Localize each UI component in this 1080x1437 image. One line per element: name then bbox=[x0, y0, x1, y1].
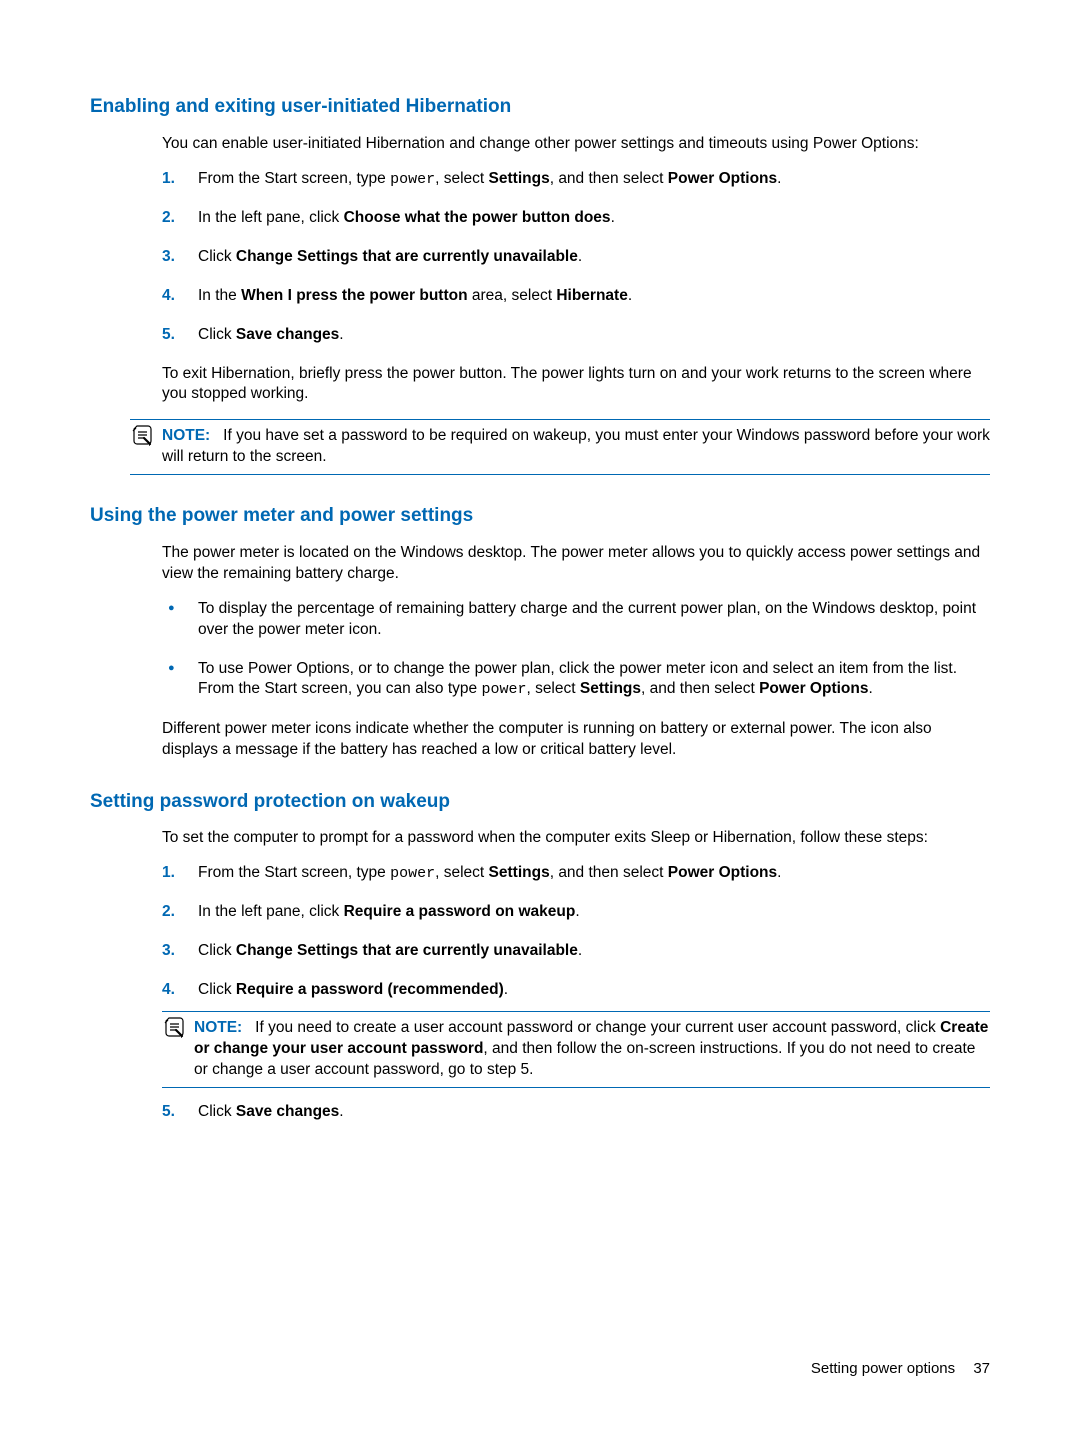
list-item: To display the percentage of remaining b… bbox=[162, 599, 990, 641]
text: Click bbox=[198, 326, 236, 343]
bold: Require a password on wakeup bbox=[344, 903, 576, 920]
code: power bbox=[481, 681, 526, 698]
list-item: 5. Click Save changes. bbox=[162, 1102, 990, 1123]
bold: When I press the power button bbox=[241, 287, 467, 304]
note-icon bbox=[162, 1016, 186, 1038]
list-item: 5. Click Save changes. bbox=[162, 325, 990, 346]
text: Click bbox=[198, 942, 236, 959]
text: . bbox=[578, 248, 582, 265]
bold: Hibernate bbox=[556, 287, 628, 304]
text: , and then select bbox=[550, 864, 668, 881]
text: . bbox=[575, 903, 579, 920]
note-text: If you need to create a user account pas… bbox=[255, 1019, 940, 1036]
section3-intro: To set the computer to prompt for a pass… bbox=[162, 828, 990, 849]
section2-intro: The power meter is located on the Window… bbox=[162, 543, 990, 585]
text: Click bbox=[198, 248, 236, 265]
list-item: 3. Click Change Settings that are curren… bbox=[162, 941, 990, 962]
note-icon bbox=[130, 424, 154, 446]
text: In the left pane, click bbox=[198, 903, 344, 920]
section2-body: The power meter is located on the Window… bbox=[162, 543, 990, 761]
bold: Require a password (recommended) bbox=[236, 981, 504, 998]
text: From the Start screen, type bbox=[198, 170, 390, 187]
text: From the Start screen, type bbox=[198, 864, 390, 881]
step-number: 3. bbox=[162, 941, 175, 962]
text: , select bbox=[435, 170, 488, 187]
note-label: NOTE: bbox=[194, 1019, 242, 1036]
step-number: 4. bbox=[162, 286, 175, 307]
heading-enabling-hibernation: Enabling and exiting user-initiated Hibe… bbox=[90, 94, 990, 120]
text: . bbox=[339, 326, 343, 343]
text: . bbox=[339, 1103, 343, 1120]
bold: Change Settings that are currently unava… bbox=[236, 942, 578, 959]
list-item: 4. Click Require a password (recommended… bbox=[162, 980, 990, 1088]
bold: Save changes bbox=[236, 1103, 339, 1120]
bold: Save changes bbox=[236, 326, 339, 343]
text: . bbox=[504, 981, 508, 998]
section1-steps: 1. From the Start screen, type power, se… bbox=[162, 169, 990, 346]
list-item: To use Power Options, or to change the p… bbox=[162, 659, 990, 701]
bold: Choose what the power button does bbox=[344, 209, 611, 226]
bold: Change Settings that are currently unava… bbox=[236, 248, 578, 265]
step-number: 4. bbox=[162, 980, 175, 1001]
step-number: 3. bbox=[162, 247, 175, 268]
heading-power-meter: Using the power meter and power settings bbox=[90, 503, 990, 529]
step-number: 5. bbox=[162, 1102, 175, 1123]
note-text: If you have set a password to be require… bbox=[162, 427, 990, 465]
footer-text: Setting power options bbox=[811, 1360, 955, 1377]
text: , and then select bbox=[550, 170, 668, 187]
section1-after: To exit Hibernation, briefly press the p… bbox=[162, 364, 990, 406]
text: . bbox=[777, 170, 781, 187]
text: To display the percentage of remaining b… bbox=[198, 600, 976, 638]
section2-bullets: To display the percentage of remaining b… bbox=[162, 599, 990, 701]
bold: Settings bbox=[489, 170, 550, 187]
section1-body: You can enable user-initiated Hibernatio… bbox=[162, 134, 990, 406]
section1-intro: You can enable user-initiated Hibernatio… bbox=[162, 134, 990, 155]
text: Click bbox=[198, 1103, 236, 1120]
text: . bbox=[628, 287, 632, 304]
bold: Settings bbox=[489, 864, 550, 881]
list-item: 2. In the left pane, click Require a pas… bbox=[162, 902, 990, 923]
code: power bbox=[390, 171, 435, 188]
note-label: NOTE: bbox=[162, 427, 210, 444]
list-item: 1. From the Start screen, type power, se… bbox=[162, 169, 990, 190]
bold: Power Options bbox=[668, 170, 777, 187]
code: power bbox=[390, 865, 435, 882]
page-footer: Setting power options 37 bbox=[811, 1359, 990, 1379]
heading-password-wakeup: Setting password protection on wakeup bbox=[90, 789, 990, 815]
text: Click bbox=[198, 981, 236, 998]
step-number: 5. bbox=[162, 325, 175, 346]
text: In the left pane, click bbox=[198, 209, 344, 226]
note-callout: NOTE: If you need to create a user accou… bbox=[162, 1011, 990, 1088]
section2-after: Different power meter icons indicate whe… bbox=[162, 719, 990, 761]
note-callout: NOTE: If you have set a password to be r… bbox=[130, 419, 990, 475]
bold: Power Options bbox=[759, 680, 868, 697]
text: area, select bbox=[468, 287, 557, 304]
text: In the bbox=[198, 287, 241, 304]
text: . bbox=[578, 942, 582, 959]
list-item: 1. From the Start screen, type power, se… bbox=[162, 863, 990, 884]
text: . bbox=[777, 864, 781, 881]
text: , select bbox=[526, 680, 579, 697]
text: . bbox=[611, 209, 615, 226]
document-page: Enabling and exiting user-initiated Hibe… bbox=[0, 0, 1080, 1437]
step-number: 1. bbox=[162, 169, 175, 190]
section3-body: To set the computer to prompt for a pass… bbox=[162, 828, 990, 1123]
list-item: 4. In the When I press the power button … bbox=[162, 286, 990, 307]
bold: Settings bbox=[580, 680, 641, 697]
step-number: 2. bbox=[162, 902, 175, 923]
list-item: 3. Click Change Settings that are curren… bbox=[162, 247, 990, 268]
list-item: 2. In the left pane, click Choose what t… bbox=[162, 208, 990, 229]
page-number: 37 bbox=[973, 1360, 990, 1377]
text: . bbox=[868, 680, 872, 697]
step-number: 1. bbox=[162, 863, 175, 884]
text: , select bbox=[435, 864, 488, 881]
section3-steps: 1. From the Start screen, type power, se… bbox=[162, 863, 990, 1123]
step-number: 2. bbox=[162, 208, 175, 229]
text: , and then select bbox=[641, 680, 759, 697]
bold: Power Options bbox=[668, 864, 777, 881]
